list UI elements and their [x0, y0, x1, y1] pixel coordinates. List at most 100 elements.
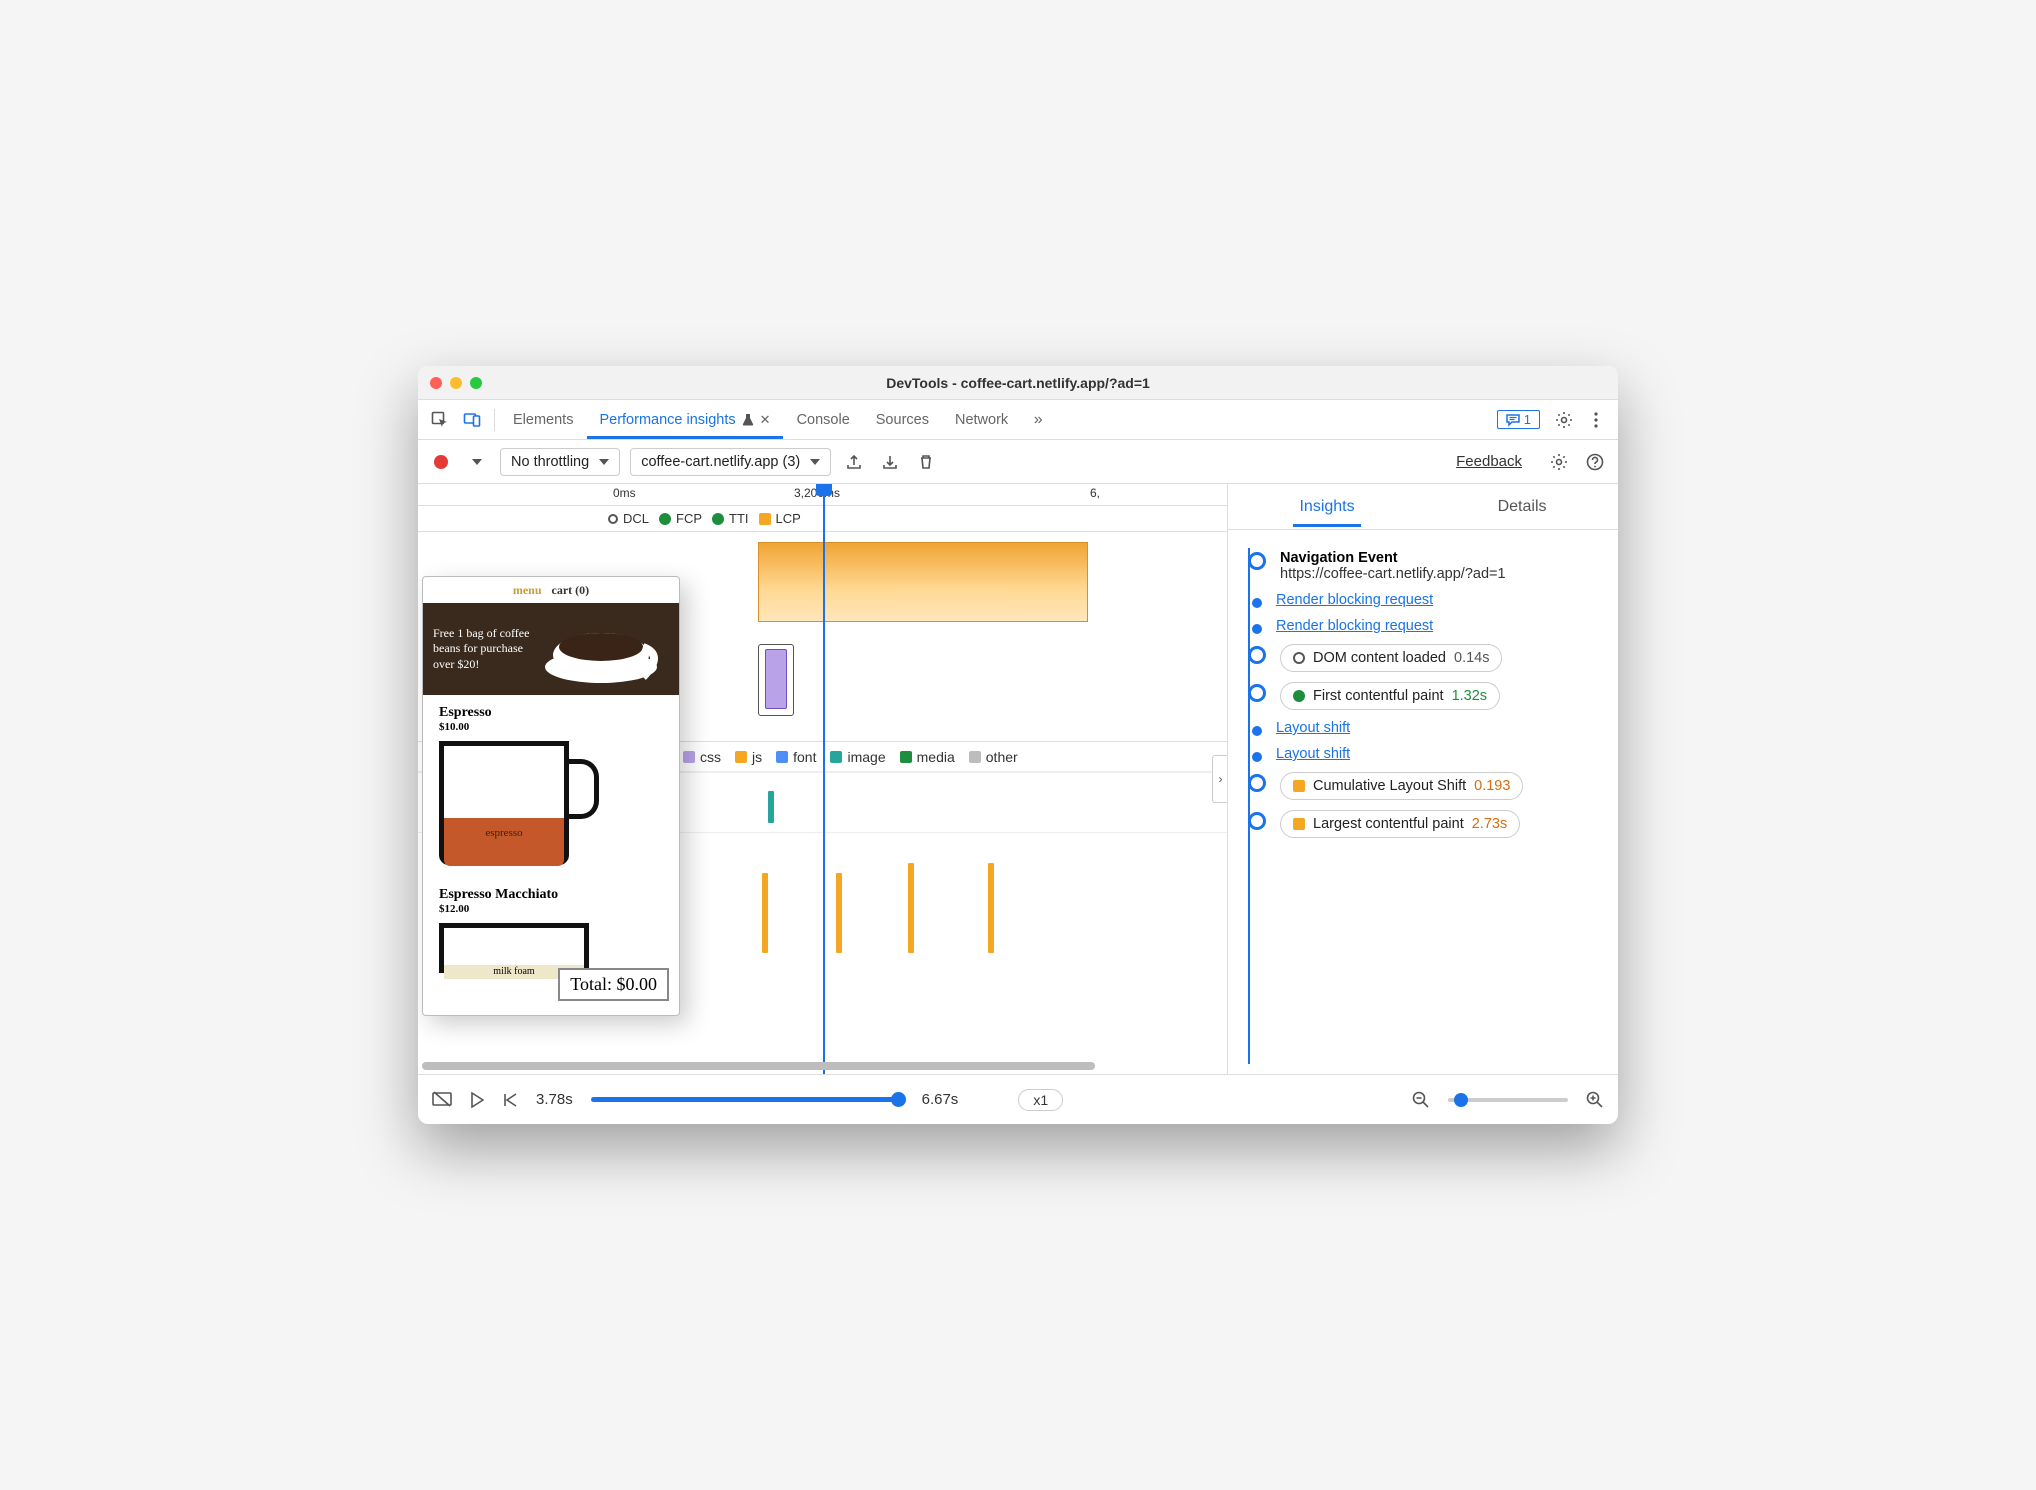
- throttling-select[interactable]: No throttling: [500, 448, 620, 476]
- recording-toolbar: No throttling coffee-cart.netlify.app (3…: [418, 440, 1618, 484]
- metric-value: 0.193: [1474, 778, 1510, 794]
- close-tab-icon[interactable]: ✕: [760, 412, 771, 428]
- help-icon[interactable]: [1582, 449, 1608, 475]
- marker-fcp: FCP: [659, 511, 702, 526]
- layout-shift-link[interactable]: Layout shift: [1276, 720, 1350, 736]
- metric-label: DOM content loaded: [1313, 650, 1446, 666]
- tab-insights[interactable]: Insights: [1293, 488, 1360, 526]
- marker-dcl: DCL: [608, 511, 649, 526]
- layout-shift-link[interactable]: Layout shift: [1276, 746, 1350, 762]
- playhead-time: 3.78s: [536, 1091, 573, 1108]
- preview-item-price: $10.00: [439, 721, 663, 733]
- ruler-tick: 0ms: [613, 486, 636, 500]
- chevron-down-icon: [599, 459, 609, 465]
- timeline-panel: 0ms 3,200ms 6, DCL FCP TTI LCP css js fo…: [418, 484, 1228, 1074]
- issues-badge[interactable]: 1: [1497, 410, 1540, 429]
- preview-total: Total: $0.00: [558, 968, 669, 1001]
- metric-value: 1.32s: [1452, 688, 1487, 704]
- chat-icon: [1506, 413, 1520, 427]
- duration-time: 6.67s: [922, 1091, 959, 1108]
- preview-mug: espresso: [439, 741, 599, 871]
- horizontal-scrollbar[interactable]: [422, 1062, 1223, 1072]
- tab-sources[interactable]: Sources: [864, 402, 941, 438]
- throttling-label: No throttling: [511, 454, 589, 470]
- insight-fcp[interactable]: First contentful paint 1.32s: [1236, 682, 1604, 710]
- tab-network[interactable]: Network: [943, 402, 1020, 438]
- tab-details[interactable]: Details: [1492, 488, 1553, 526]
- marker-lcp: LCP: [759, 511, 801, 526]
- feedback-link[interactable]: Feedback: [1456, 453, 1522, 470]
- nav-event-title: Navigation Event: [1280, 550, 1506, 566]
- render-blocking-link[interactable]: Render blocking request: [1276, 618, 1433, 634]
- flask-icon: [742, 413, 754, 427]
- request-bar[interactable]: [908, 863, 914, 953]
- preview-item-price: $12.00: [439, 903, 663, 915]
- kebab-menu-icon[interactable]: [1582, 406, 1610, 434]
- preview-menu-link: menu: [513, 583, 542, 598]
- preview-hero: Free 1 bag of coffee beans for purchase …: [423, 603, 679, 695]
- preview-hero-text: Free 1 bag of coffee beans for purchase …: [433, 626, 543, 673]
- settings-gear-icon[interactable]: [1550, 406, 1578, 434]
- playback-footer: 3.78s 6.67s x1: [418, 1074, 1618, 1124]
- profile-select[interactable]: coffee-cart.netlify.app (3): [630, 448, 831, 476]
- request-bar[interactable]: [768, 791, 774, 823]
- zoom-slider[interactable]: [1448, 1098, 1568, 1102]
- tab-performance-insights[interactable]: Performance insights ✕: [587, 402, 782, 438]
- insight-render-blocking[interactable]: Render blocking request: [1236, 618, 1604, 634]
- insight-layout-shift[interactable]: Layout shift: [1236, 720, 1604, 736]
- metric-value: 0.14s: [1454, 650, 1489, 666]
- request-bar[interactable]: [836, 873, 842, 953]
- speed-button[interactable]: x1: [1018, 1089, 1063, 1111]
- issues-count: 1: [1524, 412, 1531, 427]
- preview-cart-link: cart (0): [552, 583, 590, 598]
- main-body: 0ms 3,200ms 6, DCL FCP TTI LCP css js fo…: [418, 484, 1618, 1074]
- insight-cls[interactable]: Cumulative Layout Shift 0.193: [1236, 772, 1604, 800]
- device-toolbar-icon[interactable]: [458, 406, 486, 434]
- screenshot-preview: menu cart (0) Free 1 bag of coffee beans…: [422, 576, 680, 1016]
- metric-label: First contentful paint: [1313, 688, 1444, 704]
- render-blocking-link[interactable]: Render blocking request: [1276, 592, 1433, 608]
- playhead[interactable]: [823, 484, 825, 1074]
- inspect-element-icon[interactable]: [426, 406, 454, 434]
- devtools-window: DevTools - coffee-cart.netlify.app/?ad=1…: [418, 366, 1618, 1124]
- chevron-down-icon: [810, 459, 820, 465]
- insight-layout-shift[interactable]: Layout shift: [1236, 746, 1604, 762]
- record-menu-chevron-icon[interactable]: [464, 449, 490, 475]
- preview-fill-label: espresso: [444, 818, 564, 866]
- marker-tti: TTI: [712, 511, 749, 526]
- request-bar[interactable]: [762, 873, 768, 953]
- insight-navigation[interactable]: Navigation Event https://coffee-cart.net…: [1236, 550, 1604, 582]
- profile-label: coffee-cart.netlify.app (3): [641, 454, 800, 470]
- insights-list[interactable]: Navigation Event https://coffee-cart.net…: [1228, 530, 1618, 1074]
- titlebar: DevTools - coffee-cart.netlify.app/?ad=1: [418, 366, 1618, 400]
- tab-label: Performance insights: [599, 412, 735, 428]
- insight-render-blocking[interactable]: Render blocking request: [1236, 592, 1604, 608]
- play-icon[interactable]: [470, 1092, 484, 1108]
- preview-item-name: Espresso Macchiato: [439, 887, 663, 903]
- expand-sidebar-icon[interactable]: ›: [1212, 755, 1228, 803]
- more-tabs-icon[interactable]: »: [1024, 406, 1052, 434]
- panel-settings-gear-icon[interactable]: [1546, 449, 1572, 475]
- zoom-out-icon[interactable]: [1412, 1091, 1430, 1109]
- long-task-block[interactable]: [758, 542, 1088, 622]
- record-button[interactable]: [428, 449, 454, 475]
- window-title: DevTools - coffee-cart.netlify.app/?ad=1: [418, 375, 1618, 391]
- delete-icon[interactable]: [913, 449, 939, 475]
- tab-console[interactable]: Console: [785, 402, 862, 438]
- playback-slider[interactable]: [591, 1097, 904, 1102]
- screenshot-thumb[interactable]: [758, 644, 794, 716]
- preview-item-name: Espresso: [439, 705, 663, 721]
- import-icon[interactable]: [877, 449, 903, 475]
- insight-dcl[interactable]: DOM content loaded 0.14s: [1236, 644, 1604, 672]
- request-bar[interactable]: [988, 863, 994, 953]
- nav-event-url: https://coffee-cart.netlify.app/?ad=1: [1280, 566, 1506, 582]
- tab-elements[interactable]: Elements: [501, 402, 585, 438]
- screencast-toggle-icon[interactable]: [432, 1091, 452, 1109]
- insights-panel: Insights Details Navigation Event https:…: [1228, 484, 1618, 1074]
- zoom-in-icon[interactable]: [1586, 1091, 1604, 1109]
- jump-start-icon[interactable]: [502, 1092, 518, 1108]
- ruler-tick: 6,: [1090, 486, 1100, 500]
- insight-lcp[interactable]: Largest contentful paint 2.73s: [1236, 810, 1604, 838]
- metric-label: Cumulative Layout Shift: [1313, 778, 1466, 794]
- export-icon[interactable]: [841, 449, 867, 475]
